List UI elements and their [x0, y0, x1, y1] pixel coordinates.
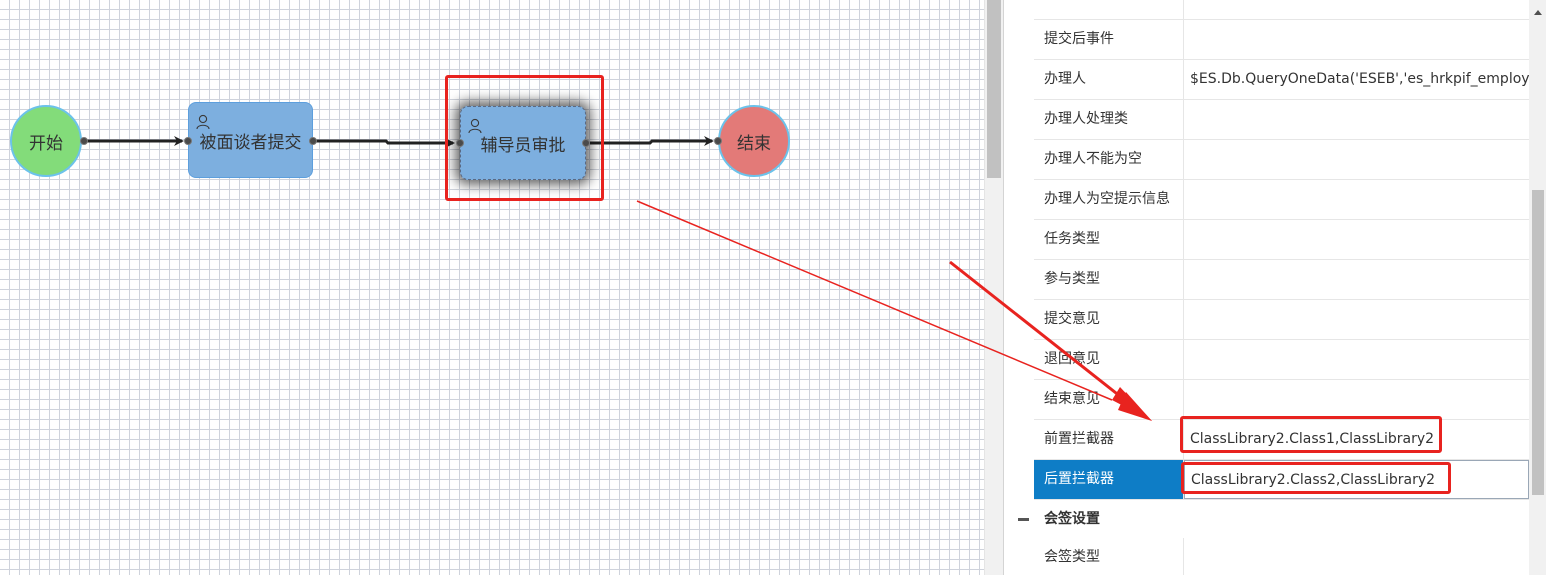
selection-highlight-box	[445, 75, 604, 201]
property-grid-scrollbar-thumb[interactable]	[1532, 190, 1544, 495]
property-value[interactable]	[1184, 20, 1529, 59]
edge-task1-to-task2	[313, 138, 455, 148]
property-row-cut	[1034, 0, 1529, 20]
property-name: 前置拦截器	[1034, 420, 1184, 459]
property-row[interactable]: 会签类型	[1034, 538, 1529, 575]
canvas-scrollbar-thumb[interactable]	[987, 0, 1001, 178]
property-row[interactable]: 办理人不能为空	[1034, 140, 1529, 180]
property-name: 退回意见	[1034, 340, 1184, 379]
end-in-port[interactable]	[714, 137, 722, 145]
property-name: 参与类型	[1034, 260, 1184, 299]
property-value[interactable]	[1184, 380, 1529, 419]
property-name: 任务类型	[1034, 220, 1184, 259]
property-value[interactable]	[1184, 300, 1529, 339]
property-value[interactable]	[1184, 140, 1529, 179]
property-row[interactable]: 结束意见	[1034, 380, 1529, 420]
collapse-icon[interactable]	[1018, 518, 1029, 521]
property-name: 后置拦截器	[1034, 460, 1184, 499]
property-row[interactable]: 提交后事件	[1034, 20, 1529, 60]
property-value	[1184, 0, 1529, 19]
property-name: 办理人为空提示信息	[1034, 180, 1184, 219]
property-name: 提交后事件	[1034, 20, 1184, 59]
scroll-up-arrow-icon[interactable]	[1534, 10, 1542, 15]
property-name: 提交意见	[1034, 300, 1184, 339]
property-value[interactable]: $ES.Db.QueryOneData('ESEB','es_hrkpif_em…	[1184, 60, 1529, 99]
property-value[interactable]	[1184, 180, 1529, 219]
property-value[interactable]	[1184, 538, 1529, 575]
task1-in-port[interactable]	[184, 137, 192, 145]
task1-out-port[interactable]	[309, 137, 317, 145]
start-node-label: 开始	[29, 133, 63, 154]
property-value[interactable]	[1184, 220, 1529, 259]
property-value[interactable]	[1184, 260, 1529, 299]
property-row[interactable]: 办理人为空提示信息	[1034, 180, 1529, 220]
group-label: 会签设置	[1044, 511, 1100, 527]
property-row[interactable]: 参与类型	[1034, 260, 1529, 300]
property-row[interactable]: 办理人 $ES.Db.QueryOneData('ESEB','es_hrkpi…	[1034, 60, 1529, 100]
property-grid-scrollbar[interactable]	[1529, 0, 1546, 575]
property-value[interactable]	[1184, 100, 1529, 139]
property-value[interactable]	[1184, 340, 1529, 379]
property-name: 办理人	[1034, 60, 1184, 99]
property-name: 结束意见	[1034, 380, 1184, 419]
group-header-countersign[interactable]: 会签设置	[1004, 500, 1529, 538]
property-row[interactable]: 提交意见	[1034, 300, 1529, 340]
property-row[interactable]: 办理人处理类	[1034, 100, 1529, 140]
user-icon	[196, 114, 210, 130]
pre-interceptor-highlight-box	[1180, 416, 1442, 453]
property-name: 会签类型	[1034, 538, 1184, 575]
flow-canvas[interactable]: 开始 被面谈者提交 辅导员审批 结束	[0, 0, 984, 575]
canvas-scrollbar[interactable]	[984, 0, 1003, 575]
start-out-port[interactable]	[80, 137, 88, 145]
property-name	[1034, 0, 1184, 19]
property-row[interactable]: 任务类型	[1034, 220, 1529, 260]
edge-task2-to-end	[590, 136, 714, 146]
property-name: 办理人不能为空	[1034, 140, 1184, 179]
end-node-label: 结束	[737, 133, 771, 154]
property-row[interactable]: 退回意见	[1034, 340, 1529, 380]
end-node[interactable]: 结束	[718, 105, 790, 177]
task-node-submit-label: 被面谈者提交	[199, 132, 302, 153]
property-grid: 提交后事件 办理人 $ES.Db.QueryOneData('ESEB','es…	[1003, 0, 1546, 575]
property-name: 办理人处理类	[1034, 100, 1184, 139]
post-interceptor-highlight-box	[1181, 462, 1451, 494]
task-node-submit[interactable]: 被面谈者提交	[188, 102, 313, 178]
start-node[interactable]: 开始	[10, 105, 82, 177]
